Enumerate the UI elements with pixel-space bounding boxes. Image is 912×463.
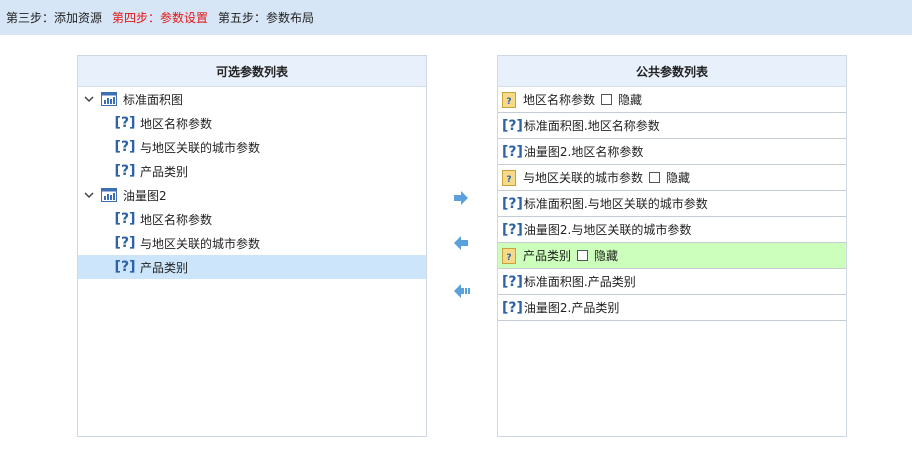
param-question-icon: [?] <box>502 273 523 290</box>
hide-checkbox[interactable] <box>601 94 613 105</box>
param-item-label: 油量图2.产品类别 <box>523 301 620 315</box>
param-group-row[interactable]: ? 与地区关联的城市参数 隐藏 <box>498 165 846 191</box>
tree-leaf-label: 地区名称参数 <box>140 116 213 131</box>
param-item-row[interactable]: [?] 标准面积图.地区名称参数 <box>498 113 846 139</box>
param-item-label: 标准面积图.与地区关联的城市参数 <box>523 197 708 211</box>
param-question-icon: [?] <box>502 221 523 238</box>
param-group-label: 产品类别 <box>523 249 572 263</box>
tree-leaf-label: 产品类别 <box>140 260 189 275</box>
chart-icon <box>101 92 117 106</box>
tree-leaf-label: 地区名称参数 <box>140 212 213 227</box>
param-group-row[interactable]: ? 地区名称参数 隐藏 <box>498 87 846 113</box>
chevron-down-icon[interactable] <box>84 190 94 200</box>
move-left-arrow-icon[interactable] <box>452 235 470 251</box>
param-item-label: 油量图2.地区名称参数 <box>523 145 644 159</box>
step-5[interactable]: 第五步：参数布局 <box>218 9 314 26</box>
param-question-icon: [?] <box>502 299 523 316</box>
tree-leaf-label: 与地区关联的城市参数 <box>140 236 261 251</box>
svg-text:?: ? <box>506 175 511 185</box>
param-question-icon: [?] <box>502 195 523 212</box>
param-item-row[interactable]: [?] 标准面积图.与地区关联的城市参数 <box>498 191 846 217</box>
public-params-panel: 公共参数列表 ? 地区名称参数 隐藏 [?] 标准面积图.地区名称参数 [?] … <box>497 55 847 437</box>
step-3[interactable]: 第三步：添加资源 <box>6 9 102 26</box>
svg-text:?: ? <box>506 97 511 107</box>
hide-checkbox[interactable] <box>577 250 589 261</box>
chart-icon <box>101 188 117 202</box>
hide-label: 隐藏 <box>618 93 643 107</box>
hide-label: 隐藏 <box>666 171 691 185</box>
param-question-icon: [?] <box>502 117 523 134</box>
available-params-tree: 标准面积图 [?] 地区名称参数 [?] 与地区关联的城市参数 [?] 产品类别… <box>78 87 426 279</box>
param-group-label: 与地区关联的城市参数 <box>523 171 644 185</box>
available-params-title: 可选参数列表 <box>78 56 426 87</box>
param-item-label: 油量图2.与地区关联的城市参数 <box>523 223 692 237</box>
public-params-title: 公共参数列表 <box>498 56 846 87</box>
tree-leaf-param[interactable]: [?] 地区名称参数 <box>78 111 426 135</box>
tree-leaf-param-selected[interactable]: [?] 产品类别 <box>78 255 426 279</box>
param-group-icon: ? <box>502 91 516 108</box>
tree-leaf-param[interactable]: [?] 地区名称参数 <box>78 207 426 231</box>
tree-node-label: 标准面积图 <box>123 92 184 107</box>
step-4-current[interactable]: 第四步：参数设置 <box>112 9 208 26</box>
chevron-down-icon[interactable] <box>84 94 94 104</box>
public-params-list: ? 地区名称参数 隐藏 [?] 标准面积图.地区名称参数 [?] 油量图2.地区… <box>498 87 846 321</box>
param-question-icon: [?] <box>114 139 136 155</box>
param-item-row[interactable]: [?] 油量图2.产品类别 <box>498 295 846 321</box>
tree-leaf-label: 与地区关联的城市参数 <box>140 140 261 155</box>
param-item-row[interactable]: [?] 油量图2.与地区关联的城市参数 <box>498 217 846 243</box>
tree-leaf-param[interactable]: [?] 与地区关联的城市参数 <box>78 231 426 255</box>
tree-node-chart[interactable]: 标准面积图 <box>78 87 426 111</box>
tree-node-chart[interactable]: 油量图2 <box>78 183 426 207</box>
param-group-icon: ? <box>502 247 516 264</box>
hide-label: 隐藏 <box>594 249 619 263</box>
param-item-row[interactable]: [?] 油量图2.地区名称参数 <box>498 139 846 165</box>
param-question-icon: [?] <box>502 143 523 160</box>
tree-leaf-param[interactable]: [?] 产品类别 <box>78 159 426 183</box>
wizard-steps: 第三步：添加资源 第四步：参数设置 第五步：参数布局 <box>0 0 912 35</box>
param-group-row-highlighted[interactable]: ? 产品类别 隐藏 <box>498 243 846 269</box>
param-question-icon: [?] <box>114 235 136 251</box>
svg-text:?: ? <box>506 253 511 263</box>
param-item-label: 标准面积图.产品类别 <box>523 275 636 289</box>
param-item-label: 标准面积图.地区名称参数 <box>523 119 660 133</box>
param-item-row[interactable]: [?] 标准面积图.产品类别 <box>498 269 846 295</box>
param-group-label: 地区名称参数 <box>523 93 596 107</box>
tree-leaf-param[interactable]: [?] 与地区关联的城市参数 <box>78 135 426 159</box>
param-question-icon: [?] <box>114 259 136 275</box>
move-right-arrow-icon[interactable] <box>452 190 470 206</box>
hide-checkbox[interactable] <box>649 172 661 183</box>
tree-node-label: 油量图2 <box>123 188 167 203</box>
param-question-icon: [?] <box>114 163 136 179</box>
param-group-icon: ? <box>502 169 516 186</box>
move-all-left-arrow-icon[interactable] <box>452 283 470 299</box>
param-question-icon: [?] <box>114 115 136 131</box>
available-params-panel: 可选参数列表 标准面积图 [?] 地区名称参数 [?] 与地区关联的城市参数 [… <box>77 55 427 437</box>
tree-leaf-label: 产品类别 <box>140 164 189 179</box>
param-question-icon: [?] <box>114 211 136 227</box>
